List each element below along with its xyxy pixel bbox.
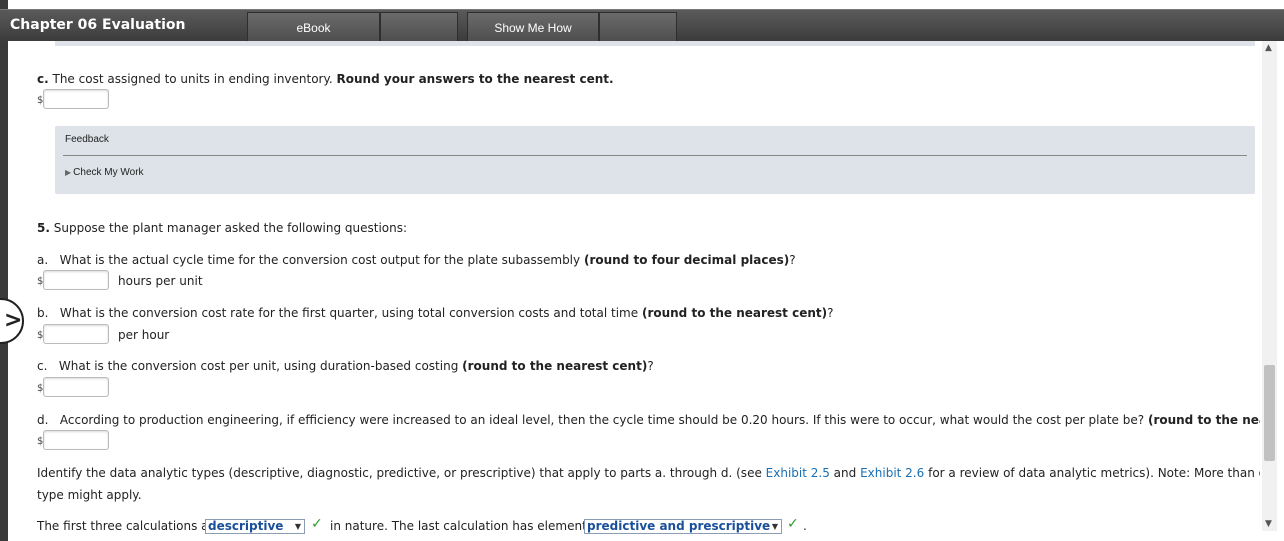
- cycle-time-input[interactable]: [43, 270, 109, 290]
- feedback-panel: Feedback ▶ Check My Work: [55, 126, 1255, 194]
- chevron-down-icon: ▼: [771, 522, 778, 531]
- identify-and: and: [833, 466, 857, 480]
- question-number: 5.: [37, 221, 50, 235]
- check-my-work-label: Check My Work: [73, 167, 144, 178]
- check-my-work-link[interactable]: ▶ Check My Work: [65, 167, 144, 178]
- feedback-title: Feedback: [65, 134, 109, 145]
- window-left-border: [0, 0, 8, 541]
- conversion-rate-input[interactable]: [43, 324, 109, 344]
- item-letter: d.: [37, 413, 49, 427]
- page-title: Chapter 06 Evaluation: [10, 17, 186, 33]
- identify-instructions: Identify the data analytic types (descri…: [37, 466, 1260, 480]
- item-end: ?: [789, 253, 796, 267]
- exhibit-2-5-link[interactable]: Exhibit 2.5: [766, 466, 830, 480]
- item-end: ?: [827, 306, 834, 320]
- answer-end: .: [803, 519, 807, 533]
- checkmark-icon: ✓: [787, 516, 799, 532]
- scroll-down-icon[interactable]: ▼: [1265, 519, 1272, 529]
- item-text: According to production engineering, if …: [59, 413, 1145, 427]
- item-end: ?: [647, 359, 654, 373]
- unit-label: hours per unit: [118, 274, 203, 288]
- chevron-down-icon: ▼: [294, 522, 301, 531]
- cost-per-plate-input[interactable]: [43, 430, 109, 450]
- item-text: What is the conversion cost rate for the…: [59, 306, 639, 320]
- tab-blank-2[interactable]: [599, 12, 677, 42]
- item-rounding: (round to the nearest cent): [1147, 413, 1260, 427]
- question-5d: d. According to production engineering, …: [37, 413, 1260, 427]
- answer-text-1: The first three calculations are: [37, 519, 221, 533]
- checkmark-icon: ✓: [311, 516, 323, 532]
- question-5-text: Suppose the plant manager asked the foll…: [53, 221, 408, 235]
- expand-triangle-icon: ▶: [65, 168, 72, 177]
- question-5b: b. What is the conversion cost rate for …: [37, 306, 834, 320]
- select-value: predictive and prescriptive: [587, 519, 771, 533]
- tab-show-me-how[interactable]: Show Me How: [467, 12, 599, 42]
- question-content: c. The cost assigned to units in ending …: [8, 46, 1260, 541]
- item-letter: c.: [37, 359, 48, 373]
- vertical-scrollbar[interactable]: ▲ ▼: [1262, 41, 1277, 531]
- question-5a: a. What is the actual cycle time for the…: [37, 253, 796, 267]
- identify-text-post: for a review of data analytic metrics). …: [928, 466, 1260, 480]
- item-rounding: (round to the nearest cent): [641, 306, 828, 320]
- question-letter: c.: [37, 72, 49, 86]
- select-value: descriptive: [208, 519, 284, 533]
- tab-blank-1[interactable]: [380, 12, 458, 42]
- exhibit-2-6-link[interactable]: Exhibit 2.6: [860, 466, 924, 480]
- item-letter: b.: [37, 306, 49, 320]
- question-instruction: Round your answers to the nearest cent.: [336, 72, 614, 86]
- scrollbar-thumb[interactable]: [1264, 365, 1275, 461]
- item-text: What is the conversion cost per unit, us…: [58, 359, 459, 373]
- item-rounding: (round to the nearest cent): [462, 359, 648, 373]
- question-5-prompt: 5. Suppose the plant manager asked the f…: [37, 221, 407, 235]
- inventory-question: c. The cost assigned to units in ending …: [37, 72, 614, 86]
- analytic-type-select-2[interactable]: predictive and prescriptive ▼: [584, 519, 782, 534]
- chevron-right-icon: >: [4, 308, 23, 333]
- unit-label: per hour: [118, 328, 170, 342]
- scroll-up-icon[interactable]: ▲: [1265, 43, 1272, 53]
- identify-line-2: type might apply.: [37, 488, 142, 502]
- item-rounding: (round to four decimal places): [583, 253, 790, 267]
- item-letter: a.: [37, 253, 49, 267]
- question-text: The cost assigned to units in ending inv…: [52, 72, 333, 86]
- identify-text: Identify the data analytic types (descri…: [37, 466, 762, 480]
- answer-text-2: in nature. The last calculation has elem…: [330, 519, 609, 533]
- header-bar: Chapter 06 Evaluation eBook Show Me How: [0, 9, 1284, 42]
- inventory-cost-input[interactable]: [43, 89, 109, 109]
- question-5c: c. What is the conversion cost per unit,…: [37, 359, 654, 373]
- feedback-divider: [63, 155, 1247, 156]
- tab-ebook[interactable]: eBook: [247, 12, 380, 42]
- cost-per-unit-input[interactable]: [43, 377, 109, 397]
- item-text: What is the actual cycle time for the co…: [59, 253, 581, 267]
- analytic-type-select-1[interactable]: descriptive ▼: [205, 519, 305, 534]
